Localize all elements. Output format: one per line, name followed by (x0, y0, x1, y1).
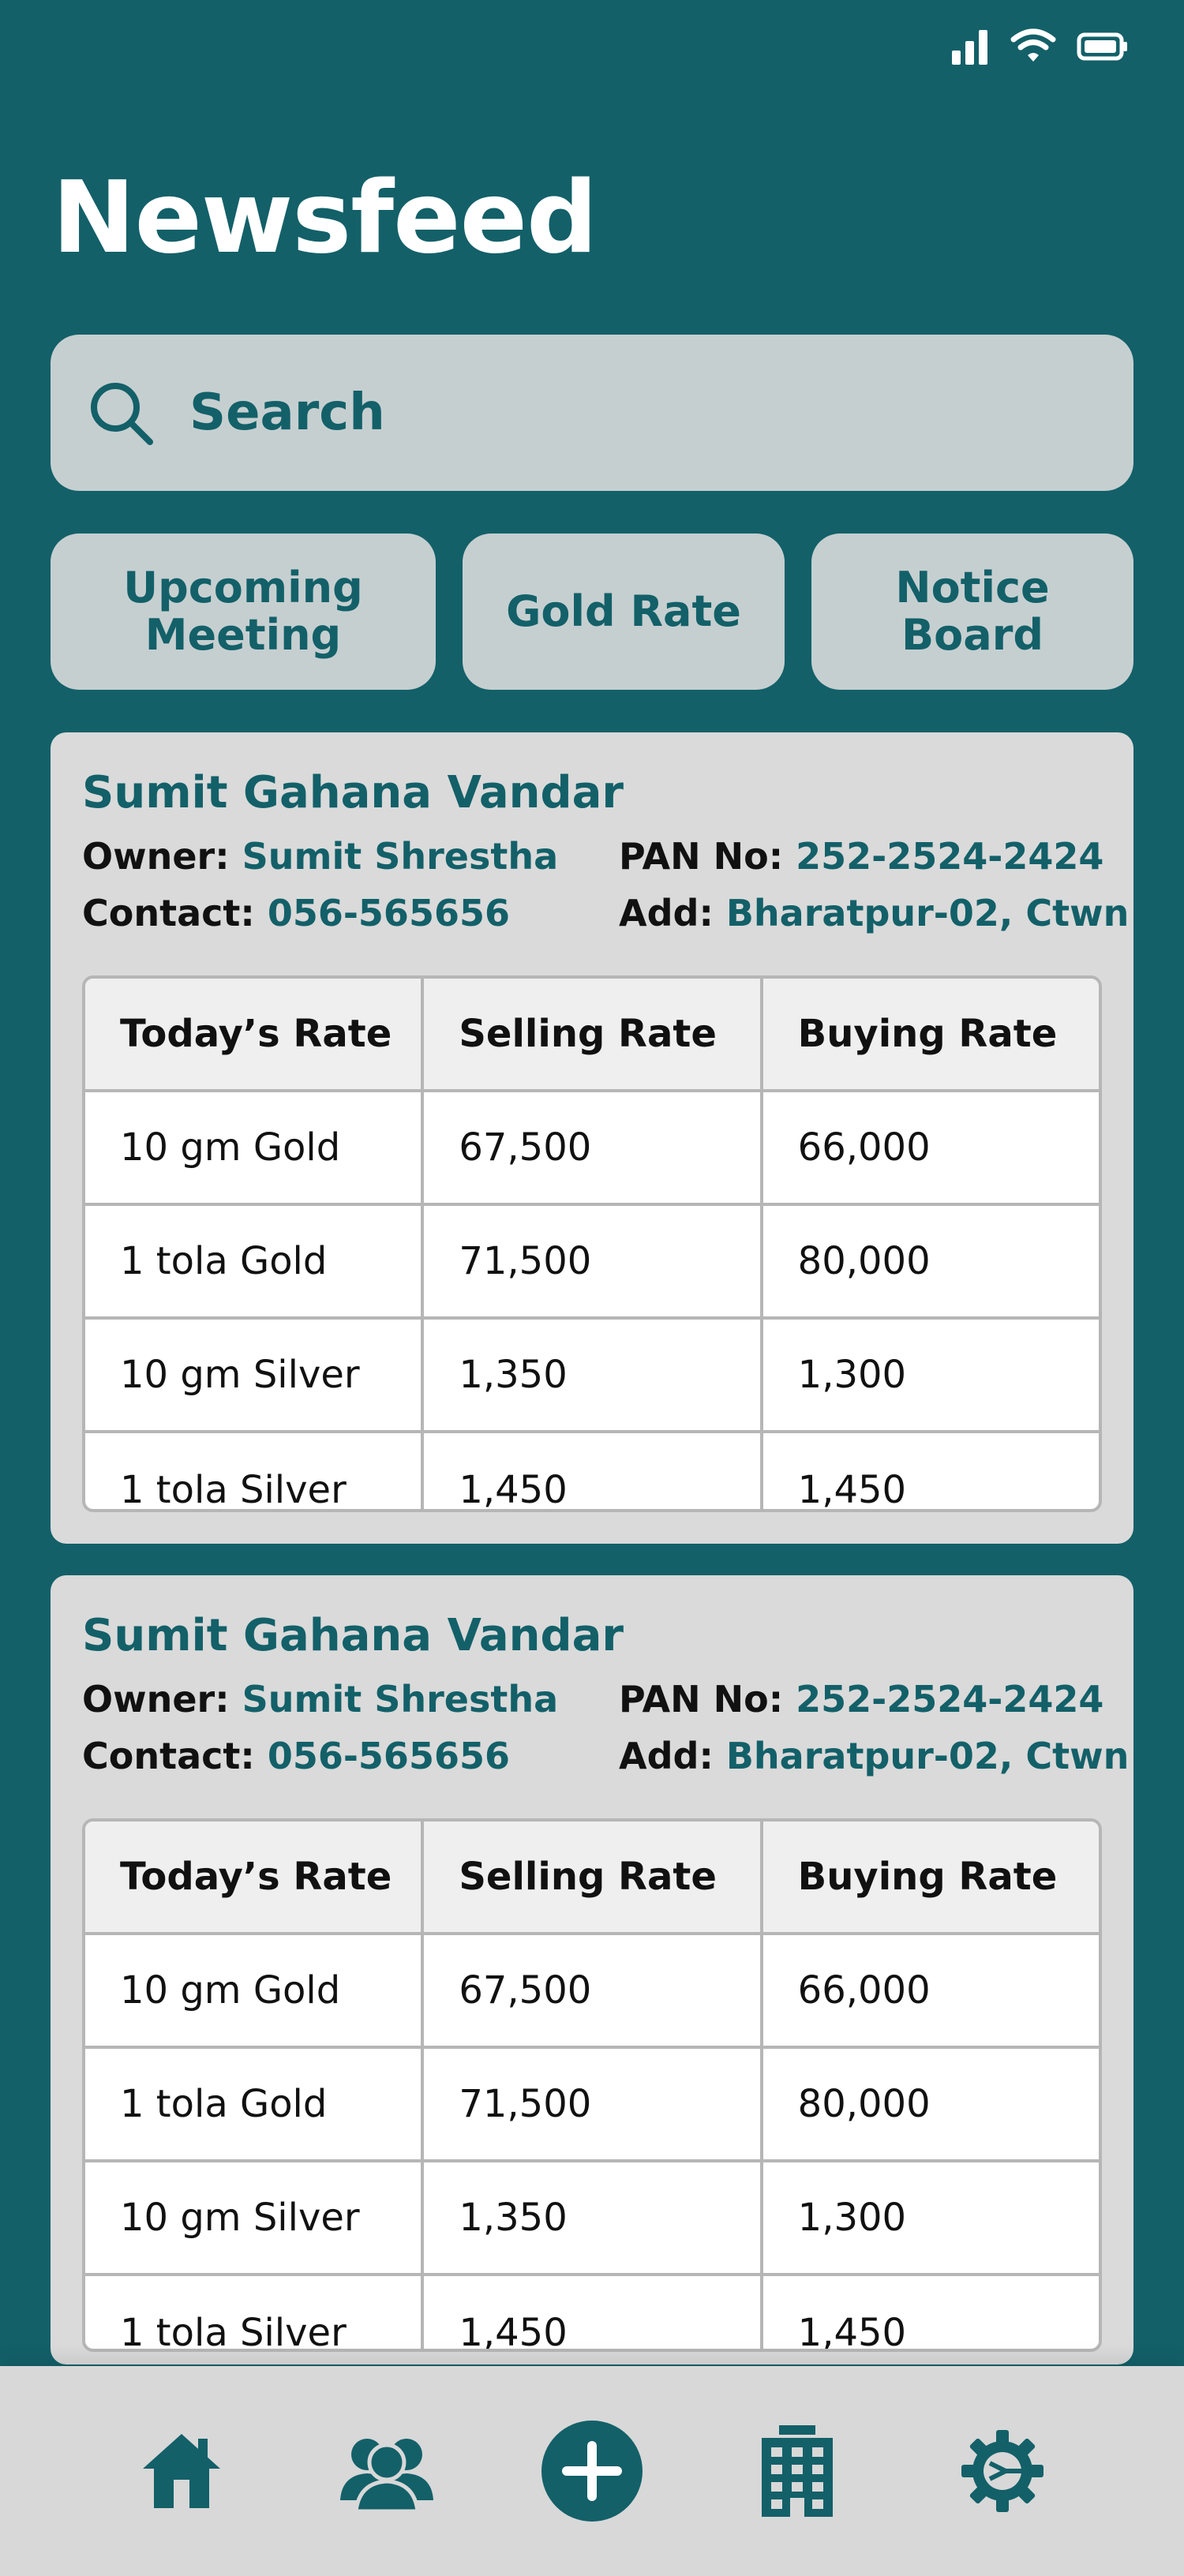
table-row: 1 tola Silver 1,450 1,450 (85, 1433, 1099, 1512)
table-cell: 1,450 (797, 2311, 907, 2352)
nav-building[interactable] (742, 2416, 852, 2526)
table-cell: 10 gm Silver (85, 1320, 425, 1430)
table-cell: 71,500 (424, 1206, 763, 1316)
search-placeholder: Search (189, 384, 385, 442)
rate-table[interactable]: Today’s Rate Selling Rate Buying Rate 10… (82, 975, 1102, 1512)
address-label: Add: (619, 892, 714, 934)
search-input[interactable]: Search (51, 335, 1133, 491)
table-cell: 10 gm Gold (85, 1935, 425, 2046)
owner-info: Owner: Sumit Shrestha (82, 835, 558, 878)
page-title: Newsfeed (52, 159, 598, 275)
table-header-row: Today’s Rate Selling Rate Buying Rate (85, 979, 1099, 1092)
quick-tabs: Upcoming Meeting Gold Rate Notice Board (51, 534, 1133, 690)
shop-name: Sumit Gahana Vandar (82, 767, 624, 818)
shop-name: Sumit Gahana Vandar (82, 1610, 624, 1661)
address-value: Bharatpur-02, Ctwn (725, 1735, 1130, 1777)
table-cell: 1,450 (424, 2276, 763, 2349)
table-row: 10 gm Silver 1,350 1,300 (85, 2162, 1099, 2276)
header-cell: Selling Rate (424, 1822, 763, 1932)
owner-label: Owner: (82, 835, 230, 878)
search-icon (91, 383, 153, 445)
settings-icon (961, 2430, 1043, 2512)
owner-info: Owner: Sumit Shrestha (82, 1678, 558, 1720)
pan-label: PAN No: (619, 835, 784, 878)
table-cell: 1 tola Gold (85, 1206, 425, 1316)
table-cell: 80,000 (797, 2082, 931, 2126)
contact-info: Contact: 056-565656 (82, 892, 510, 934)
table-cell: 66,000 (797, 1968, 931, 2012)
contact-value[interactable]: 056-565656 (268, 1735, 510, 1777)
contact-label: Contact: (82, 1735, 255, 1777)
shop-card[interactable]: Sumit Gahana Vandar Owner: Sumit Shresth… (51, 732, 1133, 1544)
table-cell: 1,300 (797, 2196, 907, 2240)
table-cell: 67,500 (424, 1935, 763, 2046)
address-info: Add: Bharatpur-02, Ctwn (619, 892, 1129, 934)
building-icon (762, 2425, 833, 2517)
nav-add[interactable] (537, 2416, 647, 2526)
table-cell: 1,450 (424, 1433, 763, 1509)
table-cell: 10 gm Silver (85, 2162, 425, 2273)
table-cell: 1,350 (424, 1320, 763, 1430)
nav-home[interactable] (126, 2416, 237, 2526)
table-row: 1 tola Silver 1,450 1,450 (85, 2276, 1099, 2352)
header-cell: Today’s Rate (85, 979, 425, 1089)
header-cell: Buying Rate (797, 1855, 1058, 1899)
owner-value: Sumit Shrestha (242, 835, 559, 878)
wifi-icon (1010, 28, 1056, 62)
contact-info: Contact: 056-565656 (82, 1735, 510, 1777)
table-cell: 10 gm Gold (85, 1092, 425, 1203)
owner-label: Owner: (82, 1678, 230, 1720)
table-row: 1 tola Gold 71,500 80,000 (85, 2049, 1099, 2162)
table-cell: 1 tola Silver (85, 2276, 425, 2349)
table-row: 10 gm Silver 1,350 1,300 (85, 1320, 1099, 1433)
table-cell: 71,500 (424, 2049, 763, 2159)
table-cell: 1,350 (424, 2162, 763, 2273)
header-cell: Buying Rate (797, 1012, 1058, 1056)
table-row: 1 tola Gold 71,500 80,000 (85, 1206, 1099, 1320)
pan-info: PAN No: 252-2524-2424 (619, 835, 1103, 878)
pan-info: PAN No: 252-2524-2424 (619, 1678, 1103, 1720)
tab-gold-rate[interactable]: Gold Rate (463, 534, 785, 690)
nav-settings[interactable] (947, 2416, 1058, 2526)
rate-table[interactable]: Today’s Rate Selling Rate Buying Rate 10… (82, 1818, 1102, 2352)
members-icon (340, 2439, 433, 2514)
nav-members[interactable] (332, 2416, 442, 2526)
home-icon (143, 2434, 220, 2508)
address-value: Bharatpur-02, Ctwn (725, 892, 1130, 934)
status-bar (950, 27, 1129, 66)
table-cell: 1,450 (797, 1468, 907, 1512)
table-cell: 1 tola Gold (85, 2049, 425, 2159)
table-row: 10 gm Gold 67,500 66,000 (85, 1092, 1099, 1206)
signal-icon (952, 30, 987, 65)
header-cell: Today’s Rate (85, 1822, 425, 1932)
pan-value: 252-2524-2424 (796, 1678, 1104, 1720)
table-cell: 67,500 (424, 1092, 763, 1203)
pan-value: 252-2524-2424 (796, 835, 1104, 878)
battery-icon (1077, 32, 1127, 61)
table-cell: 1,300 (797, 1353, 907, 1397)
address-label: Add: (619, 1735, 714, 1777)
header-cell: Selling Rate (424, 979, 763, 1089)
tab-upcoming-meeting[interactable]: Upcoming Meeting (51, 534, 436, 690)
bottom-nav (0, 2366, 1184, 2576)
table-row: 10 gm Gold 67,500 66,000 (85, 1935, 1099, 2049)
pan-label: PAN No: (619, 1678, 784, 1720)
owner-value: Sumit Shrestha (242, 1678, 559, 1720)
table-header-row: Today’s Rate Selling Rate Buying Rate (85, 1822, 1099, 1935)
address-info: Add: Bharatpur-02, Ctwn (619, 1735, 1129, 1777)
contact-label: Contact: (82, 892, 255, 934)
add-icon (541, 2421, 643, 2522)
shop-card[interactable]: Sumit Gahana Vandar Owner: Sumit Shresth… (51, 1575, 1133, 2364)
table-cell: 1 tola Silver (85, 1433, 425, 1509)
table-cell: 80,000 (797, 1239, 931, 1283)
contact-value[interactable]: 056-565656 (268, 892, 510, 934)
tab-notice-board[interactable]: Notice Board (811, 534, 1133, 690)
table-cell: 66,000 (797, 1125, 931, 1170)
